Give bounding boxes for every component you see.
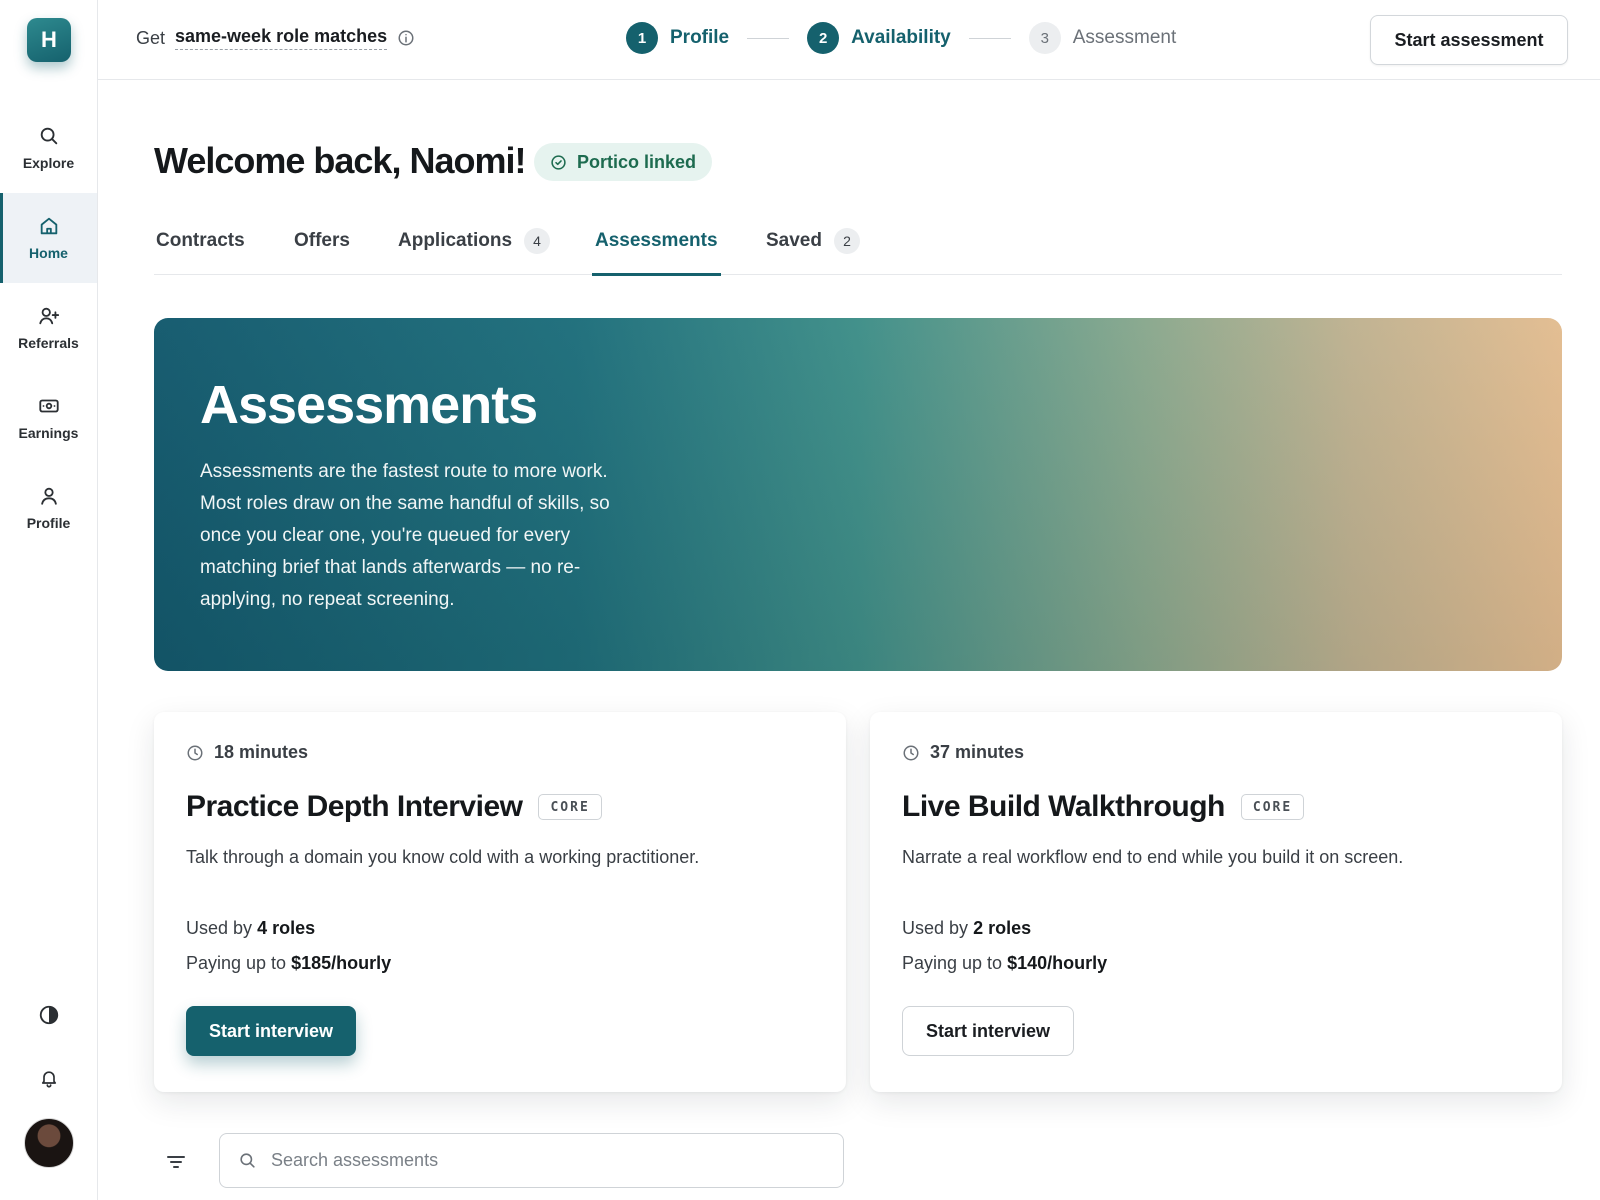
pay-rate-prefix: Paying up to (902, 953, 1003, 973)
theme-toggle-button[interactable] (36, 1002, 62, 1028)
sidebar-item-referrals[interactable]: Referrals (0, 283, 97, 373)
sidebar-item-profile[interactable]: Profile (0, 463, 97, 553)
promo-prefix: Get (136, 27, 166, 48)
search-icon (240, 1153, 255, 1168)
onboarding-stepper: 1 Profile 2 Availability 3 Assessment (626, 22, 1176, 54)
sidebar-item-label: Explore (22, 155, 75, 171)
user-plus-icon (38, 307, 59, 325)
promo-emphasis[interactable]: same-week role matches (175, 26, 388, 50)
section-tabs: Contracts Offers Applications 4 Assessme… (154, 220, 1562, 276)
info-icon[interactable] (397, 29, 415, 47)
sidebar-item-label: Earnings (18, 425, 79, 441)
top-bar: Get same-week role matches 1 Profile 2 A… (98, 0, 1600, 80)
duration: 37 minutes (902, 742, 1024, 763)
assessment-card: 18 minutes Practice Depth Interview CORE… (154, 712, 846, 1092)
sidebar: H Explore Home Referrals Earnings Profil… (0, 0, 98, 1200)
sidebar-item-earnings[interactable]: Earnings (0, 373, 97, 463)
user-icon (40, 487, 57, 505)
bell-icon (41, 1071, 57, 1088)
clock-icon (187, 745, 203, 760)
tab-label: Contracts (156, 230, 245, 251)
duration-text: 37 minutes (930, 742, 1025, 762)
search-box (219, 1133, 844, 1188)
filter-icon[interactable] (164, 1150, 188, 1174)
card-description: Narrate a real workflow end to end while… (902, 847, 1404, 867)
sidebar-item-home[interactable]: Home (0, 193, 97, 283)
cash-icon (38, 399, 59, 413)
sidebar-item-label: Profile (26, 515, 71, 531)
pay-rate: Paying up to $185/hourly (186, 953, 391, 974)
used-by: Used by 4 roles (186, 918, 315, 939)
brand-logo[interactable]: H (27, 18, 71, 62)
card-title-row: Practice Depth Interview CORE (186, 790, 602, 824)
promo-banner: Get same-week role matches (136, 26, 415, 50)
tag-badge: CORE (538, 794, 602, 820)
tab-label: Assessments (595, 230, 718, 251)
step-connector (968, 37, 1011, 39)
step-label: Profile (670, 27, 730, 48)
card-title: Live Build Walkthrough (902, 790, 1225, 823)
start-assessment-button[interactable]: Start assessment (1370, 15, 1568, 65)
step-label: Availability (851, 27, 951, 48)
card-title-row: Live Build Walkthrough CORE (902, 790, 1305, 824)
step-label: Assessment (1072, 27, 1177, 48)
status-badge-label: Portico linked (577, 151, 697, 172)
tab-label: Saved (766, 230, 822, 251)
card-description: Talk through a domain you know cold with… (186, 847, 700, 867)
tab-offers[interactable]: Offers (294, 230, 350, 275)
start-interview-button[interactable]: Start interview (902, 1006, 1075, 1056)
hero-description: Assessments are the fastest route to mor… (200, 461, 610, 610)
notifications-button[interactable] (36, 1065, 62, 1091)
duration: 18 minutes (186, 742, 308, 763)
search-input[interactable] (271, 1150, 811, 1171)
check-circle-icon (551, 154, 566, 170)
search-icon (40, 127, 57, 145)
logo-glyph: H (41, 27, 57, 52)
avatar[interactable] (24, 1118, 74, 1168)
duration-text: 18 minutes (214, 742, 309, 762)
tab-contracts[interactable]: Contracts (156, 230, 245, 275)
used-by: Used by 2 roles (902, 918, 1031, 939)
assessment-card: 37 minutes Live Build Walkthrough CORE N… (870, 712, 1562, 1092)
tab-saved[interactable]: Saved 2 (766, 228, 860, 275)
pay-rate-prefix: Paying up to (186, 953, 287, 973)
step-number: 3 (1028, 22, 1061, 54)
used-by-prefix: Used by (902, 918, 969, 938)
used-by-prefix: Used by (186, 918, 253, 938)
app-root: H Explore Home Referrals Earnings Profil… (0, 0, 1600, 1200)
used-by-value: 4 roles (257, 918, 316, 938)
step-connector (747, 37, 790, 39)
pay-rate-value: $185/hourly (291, 953, 392, 973)
start-interview-button[interactable]: Start interview (186, 1006, 357, 1056)
card-title: Practice Depth Interview (186, 790, 523, 823)
tab-count-badge: 4 (524, 228, 551, 254)
tag-badge: CORE (1240, 794, 1305, 820)
sidebar-item-label: Home (29, 245, 68, 261)
step-number: 1 (626, 22, 658, 54)
sidebar-item-explore[interactable]: Explore (0, 103, 97, 193)
hero-title: Assessments (200, 375, 538, 435)
status-badge: Portico linked (534, 143, 713, 181)
step-number: 2 (807, 22, 840, 54)
contrast-icon (39, 1005, 59, 1025)
tab-applications[interactable]: Applications 4 (398, 228, 551, 275)
tab-label: Offers (294, 230, 350, 251)
tab-count-badge: 2 (833, 228, 860, 254)
tab-assessments[interactable]: Assessments (592, 230, 721, 276)
pay-rate: Paying up to $140/hourly (902, 953, 1107, 974)
step-profile[interactable]: 1 Profile (626, 22, 729, 54)
assessments-hero: Assessments Assessments are the fastest … (154, 318, 1562, 671)
step-availability[interactable]: 2 Availability (807, 22, 951, 54)
pay-rate-value: $140/hourly (1007, 953, 1108, 973)
used-by-value: 2 roles (973, 918, 1032, 938)
page-title: Welcome back, Naomi! (154, 140, 526, 181)
sidebar-item-label: Referrals (18, 335, 79, 351)
clock-icon (903, 745, 919, 760)
tab-label: Applications (398, 230, 513, 251)
step-assessment[interactable]: 3 Assessment (1028, 22, 1177, 54)
home-icon (40, 217, 57, 235)
